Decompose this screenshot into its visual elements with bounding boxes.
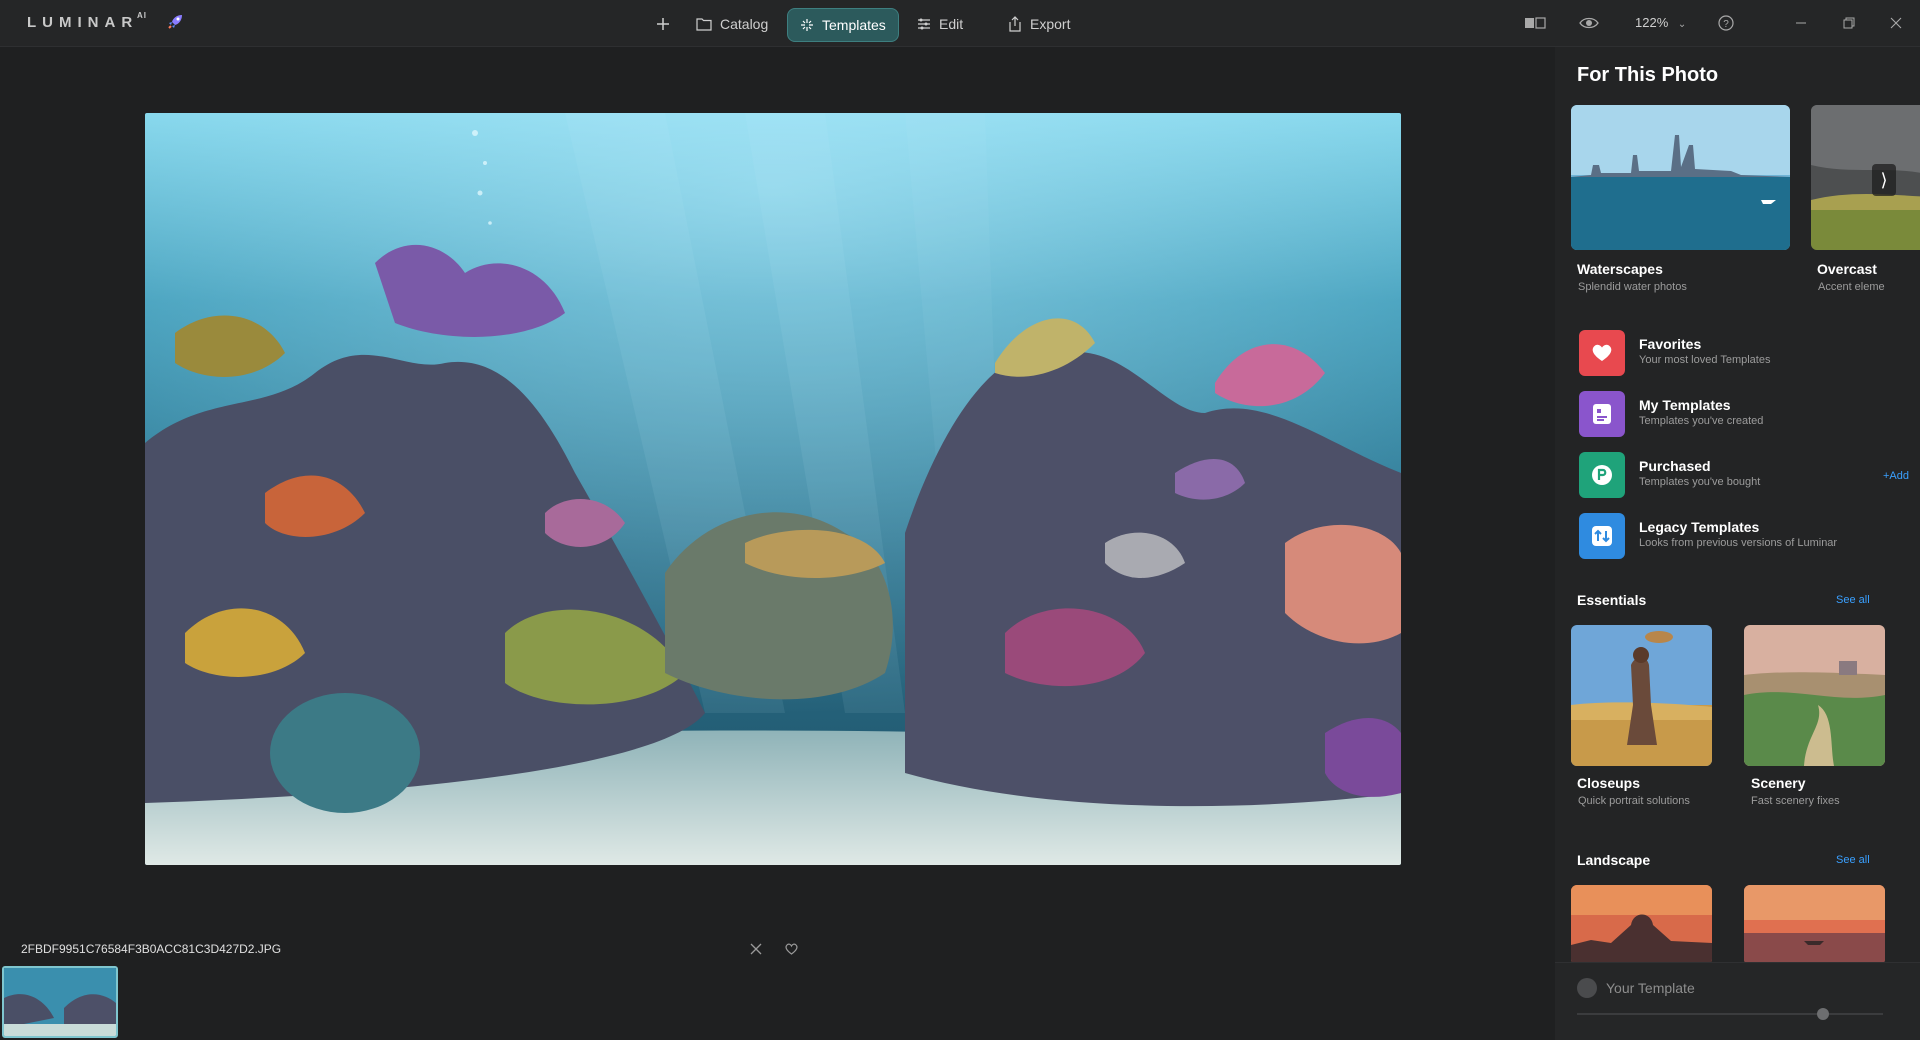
close-icon[interactable] [1885,12,1907,34]
card-description: Fast scenery fixes [1751,795,1840,807]
favorite-heart-icon[interactable] [782,940,800,958]
app-logo: LUMINAR AI [27,11,147,31]
collection-legacy-templates[interactable]: Legacy Templates Looks from previous ver… [1579,513,1909,561]
add-purchased-link[interactable]: +Add [1883,470,1909,482]
carousel-next-button[interactable]: ⟩ [1872,164,1896,196]
tab-export[interactable]: Export [1008,8,1070,40]
help-icon[interactable]: ? [1715,12,1737,34]
chevron-down-icon: ⌄ [1677,19,1687,30]
svg-text:?: ? [1723,19,1729,30]
eye-icon[interactable] [1578,12,1600,34]
card-description: Accent eleme [1818,281,1885,293]
panel-title: For This Photo [1577,64,1719,86]
restore-icon[interactable] [1838,12,1860,34]
compare-icon[interactable] [1524,12,1546,34]
chevron-right-icon: ⟩ [1880,169,1888,190]
scenery-image [1744,625,1885,766]
waterscapes-image [1571,105,1790,250]
rocket-icon[interactable] [167,12,185,30]
purchase-icon [1579,452,1625,498]
closeups-image [1571,625,1712,766]
template-card-overcast[interactable] [1811,105,1920,250]
main-photo[interactable] [145,113,1401,865]
template-card-scenery[interactable] [1744,625,1885,766]
card-description: Quick portrait solutions [1578,795,1690,807]
filmstrip-thumbnail[interactable] [2,966,118,1038]
template-toggle[interactable] [1577,978,1597,998]
city-sunset-image [1571,885,1712,965]
template-card-landscape-1[interactable] [1571,885,1712,965]
card-title: Scenery [1751,775,1806,791]
overcast-image [1811,105,1920,250]
template-icon [1579,391,1625,437]
coral-reef-image [145,113,1401,865]
your-template-label: Your Template [1606,980,1695,996]
card-title: Closeups [1577,775,1641,791]
legacy-icon [1579,513,1625,559]
tab-edit[interactable]: Edit [917,8,963,40]
sliders-icon [918,18,930,30]
plus-icon [657,18,669,30]
reject-icon[interactable] [747,940,765,958]
tab-catalog[interactable]: Catalog [696,8,768,40]
zoom-select[interactable]: 122% ⌄ [1635,15,1686,30]
sparkle-icon [801,19,813,31]
essentials-see-all-link[interactable]: See all [1836,594,1870,606]
minimize-icon[interactable] [1790,12,1812,34]
collection-my-templates[interactable]: My Templates Templates you've created [1579,391,1909,439]
card-description: Splendid water photos [1578,281,1687,293]
template-amount-slider[interactable] [1577,1013,1883,1015]
landscape-see-all-link[interactable]: See all [1836,854,1870,866]
your-template-bar: Your Template [1555,962,1920,1040]
filename-label: 2FBDF9951C76584F3B0ACC81C3D427D2.JPG [21,942,282,956]
template-card-waterscapes[interactable] [1571,105,1790,250]
template-card-closeups[interactable] [1571,625,1712,766]
heart-icon [1579,330,1625,376]
section-essentials-title: Essentials [1577,592,1647,608]
folder-icon [696,18,712,31]
tab-templates[interactable]: Templates [787,8,899,42]
top-bar: LUMINAR AI Catalog Templates Edit Export … [0,0,1920,47]
section-landscape-title: Landscape [1577,852,1651,868]
collection-favorites[interactable]: Favorites Your most loved Templates [1579,330,1909,378]
template-card-landscape-2[interactable] [1744,885,1885,965]
coral-reef-thumbnail-image [4,968,116,1036]
add-button[interactable] [655,8,679,40]
sea-sunset-image [1744,885,1885,965]
card-title: Waterscapes [1577,261,1663,277]
templates-panel: For This Photo Waterscapes Splendid wate… [1555,47,1920,1040]
slider-handle[interactable] [1817,1008,1829,1020]
collection-purchased[interactable]: Purchased Templates you've bought +Add [1579,452,1909,500]
export-icon [1009,16,1021,32]
card-title: Overcast [1817,261,1877,277]
